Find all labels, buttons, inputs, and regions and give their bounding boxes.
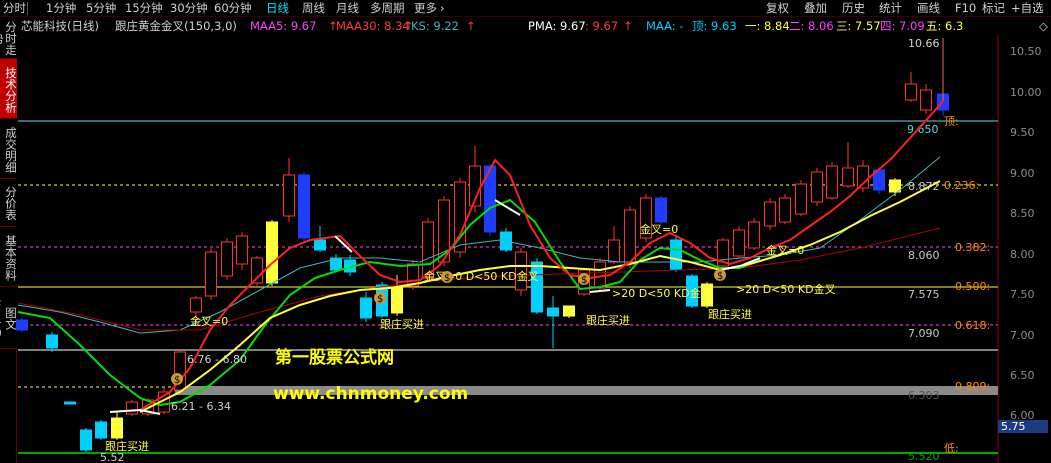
stock-chart-window: 分时 1分钟 5分钟 15分钟 30分钟 60分钟 日线 周线 月线 多周期 更… <box>0 0 1051 463</box>
kd-cross-label: >20 D<50 KD金叉 <box>736 282 836 296</box>
candle-body <box>764 201 776 227</box>
price-tick: 8.50 <box>1010 207 1035 220</box>
candle-body <box>608 239 620 263</box>
candle-body <box>360 297 372 319</box>
candle-body <box>655 197 667 223</box>
money-bag-glyph: $ <box>444 273 450 284</box>
candle-body <box>95 421 107 439</box>
candle-body <box>811 171 823 203</box>
current-price-tag: 5.75 <box>998 420 1048 433</box>
candle-body <box>283 174 295 217</box>
kd-cross-label: >20 D<50 KD金叉 <box>612 286 712 300</box>
watermark-url: www.chnmoney.com <box>273 384 468 404</box>
white-ma-segment <box>589 289 611 293</box>
high-price-label: 10.66 <box>908 37 940 50</box>
candle-body <box>46 334 58 349</box>
watermark-title: 第一股票公式网 <box>275 347 394 368</box>
candle-body <box>80 429 92 451</box>
candle-body <box>670 239 682 271</box>
candle-body <box>795 183 807 215</box>
candle-body <box>920 89 932 111</box>
level-value: 8.060 <box>908 249 940 262</box>
price-tick: 9.00 <box>1010 167 1035 180</box>
candle-body <box>889 179 901 193</box>
price-tick: 10.00 <box>1010 86 1042 99</box>
money-bag-glyph: $ <box>581 275 587 286</box>
price-axis: 10.50 10.00 9.50 9.00 8.50 8.00 7.50 7.0… <box>1010 45 1042 422</box>
candle-body <box>64 401 76 405</box>
level-value: 7.575 <box>908 288 940 301</box>
candle-body <box>266 221 278 284</box>
candle-body <box>221 241 233 277</box>
candle-body <box>205 251 217 297</box>
money-bag-glyph: $ <box>377 294 383 305</box>
golden-cross-label: 金叉=0 <box>190 314 228 328</box>
level-labels: 顶: 9.650 0.236: 8.872 0.382: 8.060 0.500… <box>907 115 990 463</box>
candle-body <box>16 319 28 331</box>
range-label: 6.76 - 6.80 <box>187 353 247 366</box>
price-tick: 7.50 <box>1010 288 1035 301</box>
money-bag-glyph: $ <box>717 271 723 282</box>
candle-body <box>748 221 760 249</box>
candle-body <box>126 401 138 415</box>
level-label: 顶: <box>944 115 959 128</box>
candle-body <box>733 229 745 257</box>
level-value: 8.872 <box>908 180 940 193</box>
level-value: 7.090 <box>908 327 940 340</box>
candle-body <box>190 297 202 313</box>
buy-signal-label: 跟庄买进 <box>708 307 752 321</box>
candle-body <box>298 174 310 239</box>
level-label: 0.236: <box>944 179 979 192</box>
candle-body <box>826 165 838 199</box>
golden-cross-label: 金叉=0 <box>640 222 678 236</box>
candle-body <box>547 307 559 317</box>
candle-body <box>779 197 791 223</box>
level-value: 6.303 <box>908 389 940 402</box>
golden-cross-label: 金叉=0 <box>766 243 804 257</box>
buy-signal-label: 跟庄买进 <box>105 439 149 453</box>
price-tick: 6.50 <box>1010 369 1035 382</box>
buy-signal-label: 跟庄买进 <box>586 313 630 327</box>
level-label: 0.618: <box>955 319 990 332</box>
candlestick-chart[interactable]: 10.50 10.00 9.50 9.00 8.50 8.00 7.50 7.0… <box>0 0 1051 463</box>
price-tick: 10.50 <box>1010 45 1042 58</box>
level-value: 5.520 <box>908 450 940 463</box>
candle-body <box>111 417 123 439</box>
candle-body <box>905 83 917 101</box>
buy-signal-label: 跟庄买进 <box>380 317 424 331</box>
white-ma-segment <box>494 199 521 216</box>
range-label: 6.21 - 6.34 <box>171 400 231 413</box>
level-label: 低: <box>944 442 959 455</box>
price-tick: 9.50 <box>1010 126 1035 139</box>
money-bag-glyph: $ <box>174 375 180 386</box>
candle-body <box>236 235 248 265</box>
ma-lines <box>17 99 945 415</box>
level-label: 0.382: <box>955 241 990 254</box>
candle-body <box>314 239 326 251</box>
candle-body <box>391 287 403 314</box>
price-tick: 8.00 <box>1010 248 1035 261</box>
price-tick: 7.00 <box>1010 329 1035 342</box>
candle-body <box>624 209 636 265</box>
level-label: 0.500: <box>955 280 990 293</box>
candle-body <box>842 167 854 187</box>
level-label: 0.809: <box>955 380 990 393</box>
candle-body <box>563 305 575 317</box>
